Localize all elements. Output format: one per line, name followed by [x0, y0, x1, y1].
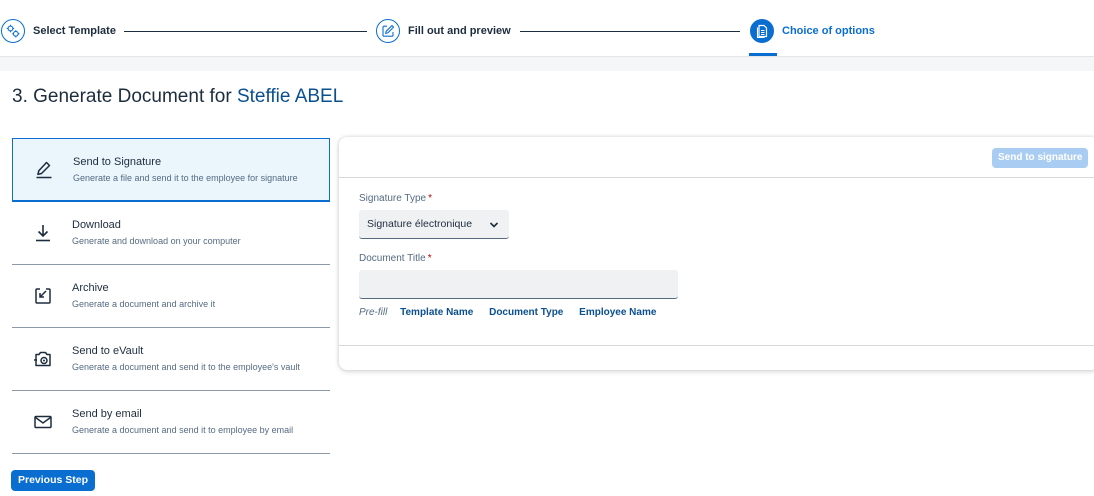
option-description: Generate a file and send it to the emplo… — [73, 173, 298, 183]
option-title: Send to eVault — [72, 345, 144, 357]
option-send-to-signature[interactable]: Send to Signature Generate a file and se… — [12, 138, 330, 202]
download-icon — [32, 222, 54, 244]
option-archive[interactable]: Archive Generate a document and archive … — [12, 265, 330, 328]
option-description: Generate a document and archive it — [72, 299, 216, 309]
panel-divider — [339, 345, 1094, 346]
wizard-step-label: Select Template — [33, 25, 116, 37]
signature-type-select[interactable]: Signature électronique — [359, 210, 509, 239]
option-title: Archive — [72, 282, 109, 294]
prefill-employee-name-link[interactable]: Employee Name — [579, 307, 656, 318]
signature-panel: Send to signature Signature Type * Signat… — [339, 137, 1094, 370]
option-send-to-evault[interactable]: Send to eVault Generate a document and s… — [12, 328, 330, 391]
option-download[interactable]: Download Generate and download on your c… — [12, 202, 330, 265]
archive-icon — [32, 285, 54, 307]
wizard-step-select-template[interactable]: Select Template — [1, 19, 116, 43]
prefill-document-type-link[interactable]: Document Type — [489, 307, 563, 318]
wizard-step-label: Choice of options — [782, 25, 875, 37]
prefill-row: Pre-fill Template Name Document Type Emp… — [359, 307, 669, 318]
option-title: Send to Signature — [73, 156, 162, 168]
document-title-label-text: Document Title — [359, 253, 426, 264]
wizard-step-label: Fill out and preview — [408, 25, 511, 37]
edit-document-icon — [376, 19, 400, 43]
signature-pen-icon — [33, 159, 55, 181]
signature-type-label-text: Signature Type — [359, 193, 427, 204]
active-step-indicator — [749, 53, 777, 56]
wizard-header: Select Template Fill out and preview Cho… — [0, 0, 1094, 57]
signature-type-label: Signature Type * — [359, 193, 432, 204]
page-title-prefix: 3. Generate Document for — [12, 86, 232, 107]
evault-icon — [32, 348, 54, 370]
previous-step-button[interactable]: Previous Step — [11, 470, 96, 491]
required-marker: * — [427, 253, 432, 264]
employee-name: Steffie ABEL — [236, 86, 344, 107]
document-icon — [750, 19, 774, 43]
option-description: Generate and download on your computer — [72, 236, 241, 246]
send-to-signature-button[interactable]: Send to signature — [992, 148, 1089, 168]
wizard-connector — [124, 31, 367, 32]
required-marker: * — [428, 193, 432, 204]
chevron-down-icon — [489, 220, 499, 228]
prefill-label: Pre-fill — [359, 307, 388, 318]
wizard-connector — [520, 31, 740, 32]
document-title-label: Document Title * — [359, 253, 432, 264]
options-list: Send to Signature Generate a file and se… — [12, 138, 330, 454]
option-title: Download — [72, 219, 121, 231]
email-icon — [32, 411, 54, 433]
panel-toolbar: Send to signature — [339, 137, 1094, 178]
option-description: Generate a document and send it to emplo… — [72, 425, 294, 435]
wizard-step-fill-preview[interactable]: Fill out and preview — [376, 19, 511, 43]
document-title-input[interactable] — [359, 270, 678, 299]
prefill-template-name-link[interactable]: Template Name — [400, 307, 473, 318]
page-title: 3. Generate Document for Steffie ABEL — [12, 86, 343, 108]
template-settings-icon — [1, 19, 25, 43]
wizard-step-choice-of-options[interactable]: Choice of options — [750, 19, 875, 43]
option-description: Generate a document and send it to the e… — [72, 362, 300, 372]
option-title: Send by email — [72, 408, 142, 420]
page-background — [0, 57, 1094, 71]
option-send-by-email[interactable]: Send by email Generate a document and se… — [12, 391, 330, 454]
signature-type-value: Signature électronique — [367, 218, 473, 230]
